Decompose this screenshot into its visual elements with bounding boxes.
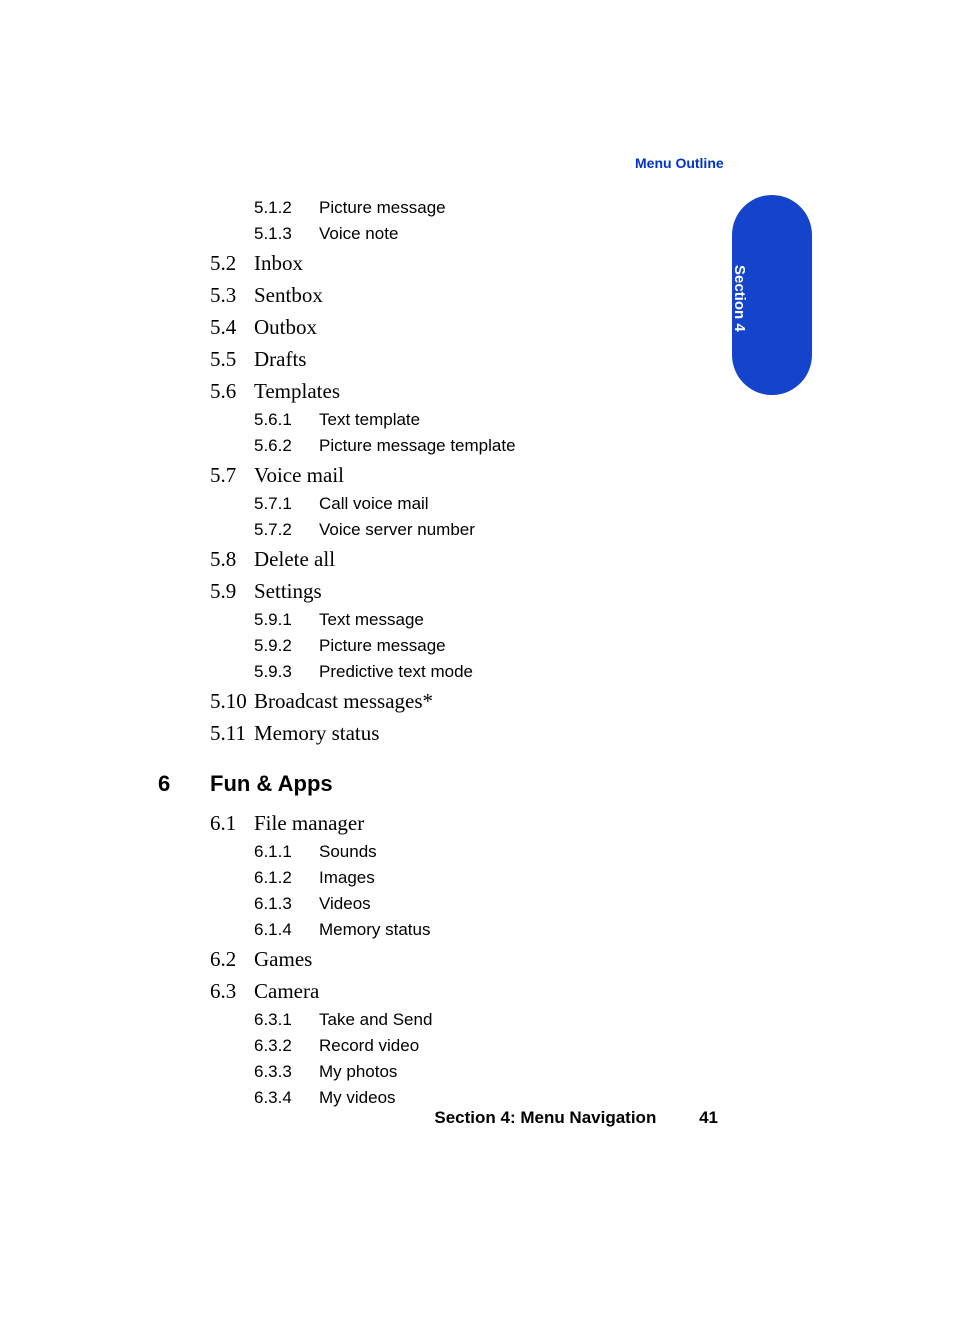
footer-page-number: 41 [699, 1108, 718, 1128]
outline-sub-num: 6.3.3 [254, 1059, 319, 1085]
outline-item-num: 5.10 [210, 685, 254, 717]
outline-sub-item: 6.1.3Videos [254, 891, 718, 917]
outline-sub-label: My photos [319, 1059, 397, 1085]
outline-section-num: 6 [158, 767, 210, 801]
outline-sub-item: 5.9.1Text message [254, 607, 718, 633]
outline-item-num: 5.9 [210, 575, 254, 607]
outline-sub-item: 5.9.3Predictive text mode [254, 659, 718, 685]
outline-sub-num: 6.1.3 [254, 891, 319, 917]
outline-item-num: 5.8 [210, 543, 254, 575]
outline-item-label: Camera [254, 975, 319, 1007]
outline-item: 5.7Voice mail [210, 459, 718, 491]
outline-item: 5.3Sentbox [210, 279, 718, 311]
outline-sub-label: Take and Send [319, 1007, 432, 1033]
outline-sub-num: 5.9.2 [254, 633, 319, 659]
outline-item: 5.6Templates [210, 375, 718, 407]
section-tab-label: Section 4 [731, 265, 748, 332]
outline-sub-item: 5.7.1Call voice mail [254, 491, 718, 517]
outline-sub-label: Videos [319, 891, 371, 917]
outline-item: 5.11Memory status [210, 717, 718, 749]
outline-sub-num: 5.9.1 [254, 607, 319, 633]
outline-sub-num: 5.1.3 [254, 221, 319, 247]
outline-sub-item: 6.1.2Images [254, 865, 718, 891]
outline-sub-num: 5.7.1 [254, 491, 319, 517]
outline-item-num: 5.3 [210, 279, 254, 311]
outline-sub-item: 5.1.2Picture message [254, 195, 718, 221]
outline-sub-label: Picture message [319, 633, 446, 659]
page-footer: Section 4: Menu Navigation 41 [158, 1108, 718, 1128]
outline-sub-item: 5.6.2Picture message template [254, 433, 718, 459]
outline-sub-label: Text template [319, 407, 420, 433]
outline-item-num: 6.1 [210, 807, 254, 839]
outline-sub-num: 5.7.2 [254, 517, 319, 543]
outline-sub-num: 6.3.2 [254, 1033, 319, 1059]
outline-sub-item: 6.3.1Take and Send [254, 1007, 718, 1033]
outline-item: 5.4Outbox [210, 311, 718, 343]
outline-item: 5.9Settings [210, 575, 718, 607]
outline-sub-num: 6.3.1 [254, 1007, 319, 1033]
outline-item: 6.2Games [210, 943, 718, 975]
outline-section-label: Fun & Apps [210, 767, 333, 801]
outline-item: 5.5Drafts [210, 343, 718, 375]
outline-item: 5.10Broadcast messages* [210, 685, 718, 717]
outline-item-num: 6.3 [210, 975, 254, 1007]
outline-item-num: 5.7 [210, 459, 254, 491]
outline-item: 5.8Delete all [210, 543, 718, 575]
outline-sub-label: Record video [319, 1033, 419, 1059]
outline-item: 6.3Camera [210, 975, 718, 1007]
outline-item-label: Templates [254, 375, 340, 407]
outline-sub-label: Voice note [319, 221, 398, 247]
outline-item-num: 5.6 [210, 375, 254, 407]
outline-item-label: Voice mail [254, 459, 344, 491]
outline-item-label: Delete all [254, 543, 335, 575]
outline-sub-num: 6.1.2 [254, 865, 319, 891]
outline-sub-num: 6.1.4 [254, 917, 319, 943]
outline-sub-item: 6.3.2Record video [254, 1033, 718, 1059]
outline-sub-num: 5.1.2 [254, 195, 319, 221]
outline-sub-num: 6.1.1 [254, 839, 319, 865]
outline-sub-item: 5.9.2Picture message [254, 633, 718, 659]
footer-section: Section 4: Menu Navigation [434, 1108, 656, 1127]
outline-sub-label: Memory status [319, 917, 430, 943]
header-link[interactable]: Menu Outline [635, 155, 724, 171]
outline-item-label: Memory status [254, 717, 379, 749]
outline-sub-item: 5.1.3Voice note [254, 221, 718, 247]
outline-sub-label: Picture message [319, 195, 446, 221]
outline-sub-label: Predictive text mode [319, 659, 473, 685]
outline-sub-num: 5.6.2 [254, 433, 319, 459]
outline-sub-label: Voice server number [319, 517, 475, 543]
outline-sub-num: 5.6.1 [254, 407, 319, 433]
outline-section: 6Fun & Apps [158, 767, 718, 801]
outline-item-num: 5.11 [210, 717, 254, 749]
outline-item-num: 5.4 [210, 311, 254, 343]
outline-item-label: Drafts [254, 343, 306, 375]
outline-item: 5.2Inbox [210, 247, 718, 279]
outline-item-label: Broadcast messages* [254, 685, 433, 717]
outline-item-label: File manager [254, 807, 364, 839]
outline-sub-num: 5.9.3 [254, 659, 319, 685]
outline-sub-label: Images [319, 865, 375, 891]
outline-item-num: 5.5 [210, 343, 254, 375]
outline-content: 5.1.2Picture message5.1.3Voice note5.2In… [158, 195, 718, 1111]
outline-item-num: 5.2 [210, 247, 254, 279]
outline-item-label: Outbox [254, 311, 317, 343]
outline-item-label: Games [254, 943, 312, 975]
outline-sub-label: Picture message template [319, 433, 516, 459]
outline-sub-label: Text message [319, 607, 424, 633]
outline-item-label: Inbox [254, 247, 303, 279]
outline-item-num: 6.2 [210, 943, 254, 975]
outline-sub-item: 5.7.2Voice server number [254, 517, 718, 543]
outline-sub-item: 6.1.1Sounds [254, 839, 718, 865]
outline-sub-label: Call voice mail [319, 491, 429, 517]
outline-sub-item: 6.1.4Memory status [254, 917, 718, 943]
outline-sub-item: 6.3.3My photos [254, 1059, 718, 1085]
outline-item-label: Settings [254, 575, 322, 607]
outline-item-label: Sentbox [254, 279, 323, 311]
outline-item: 6.1File manager [210, 807, 718, 839]
outline-sub-item: 5.6.1Text template [254, 407, 718, 433]
outline-sub-label: Sounds [319, 839, 377, 865]
